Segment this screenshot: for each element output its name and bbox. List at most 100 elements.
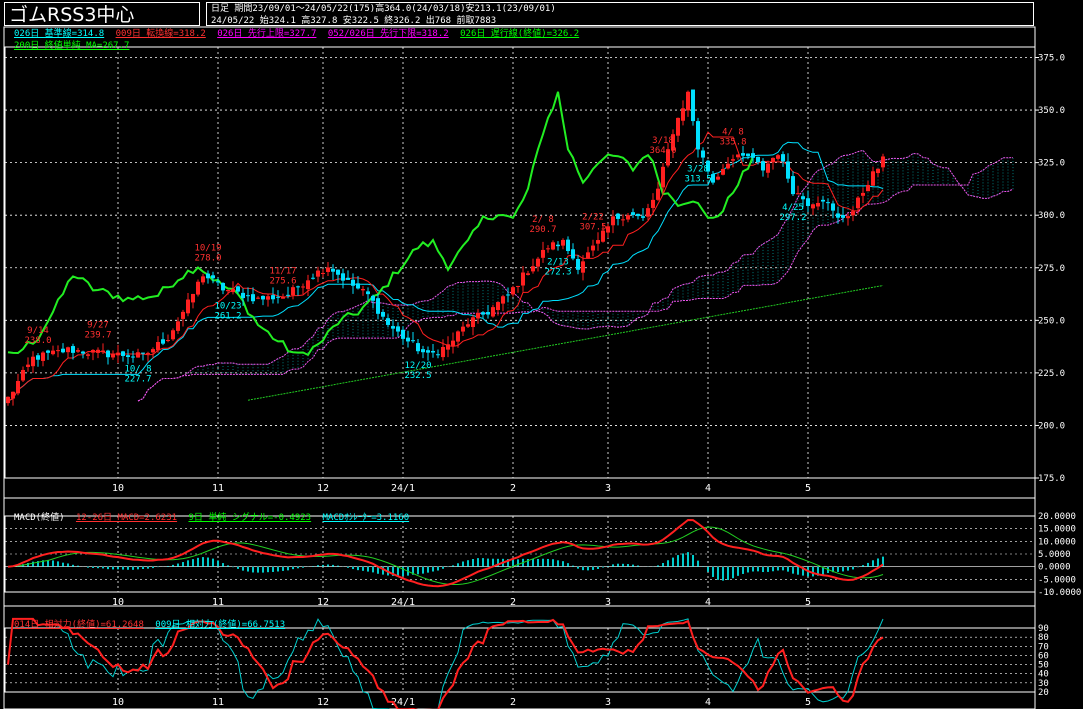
candle-body: [386, 318, 390, 325]
candle-body: [721, 168, 725, 175]
candle-body: [246, 295, 250, 297]
legend-macd-title: MACD(終値): [14, 513, 65, 523]
annotation-date: 9/14: [27, 326, 49, 336]
price-x-label: 12: [317, 483, 329, 494]
macd-x-label: 10: [112, 597, 124, 608]
candle-body: [556, 244, 560, 247]
macd-legend: MACD(終値) 12-26日 MACD=2.6231 9日 単純 シグナル=-…: [14, 513, 415, 524]
macd-tick-label: 0.0000: [1038, 563, 1071, 573]
candle-body: [781, 154, 785, 162]
candle-body: [561, 239, 565, 246]
macd-x-label: 3: [605, 597, 611, 608]
candle-body: [316, 270, 320, 277]
annotation-value: 307.5: [579, 223, 606, 233]
candle-body: [681, 108, 685, 121]
candle-body: [406, 337, 410, 342]
candle-body: [26, 364, 30, 367]
candle-body: [526, 273, 530, 275]
candle-body: [381, 311, 385, 317]
candle-body: [41, 352, 45, 361]
candle-body: [701, 150, 705, 158]
legend-chikou: 026日 遅行線(終値)=326.2: [460, 29, 580, 39]
candle-body: [156, 342, 160, 351]
candle-body: [46, 350, 50, 353]
candle-body: [746, 153, 750, 157]
price-tick-label: 225.0: [1038, 369, 1065, 379]
candle-body: [751, 153, 755, 158]
annotation-date: 2/ 8: [532, 215, 554, 225]
chart-canvas: 175.0200.0225.0250.0275.0300.0325.0350.0…: [3, 26, 1081, 709]
candle-body: [421, 349, 425, 353]
candle-body: [876, 168, 880, 174]
annotation-value: 261.2: [214, 312, 241, 322]
legend-macd: 12-26日 MACD=2.6231: [75, 513, 178, 523]
candle-body: [311, 277, 315, 279]
annotation-value: 313.5: [684, 175, 711, 185]
candle-body: [11, 391, 15, 399]
candle-body: [576, 259, 580, 270]
candle-body: [181, 311, 185, 319]
candle-body: [541, 249, 545, 258]
candle-body: [716, 176, 720, 180]
macd-line: [7, 518, 884, 588]
candle-body: [266, 296, 270, 300]
candle-body: [356, 283, 360, 289]
candle-body: [206, 273, 210, 279]
legend-oscillator: MACDｵｼﾚｰﾀｰ=3.1160: [322, 513, 410, 523]
candle-body: [71, 346, 75, 353]
price-tick-label: 300.0: [1038, 211, 1065, 221]
annotation-value: 364.0: [649, 146, 676, 156]
candle-body: [571, 249, 575, 259]
macd-tick-label: 20.0000: [1038, 512, 1076, 522]
candle-body: [656, 188, 660, 200]
candle-body: [271, 295, 275, 300]
candle-body: [36, 355, 40, 360]
candle-body: [881, 156, 885, 168]
candle-body: [401, 329, 405, 339]
candle-body: [236, 286, 240, 292]
period-info: 日足 期間23/09/01～24/05/22(175)高364.0(24/03/…: [211, 4, 556, 14]
candle-body: [371, 295, 375, 301]
candle-body: [391, 326, 395, 329]
candle-body: [456, 331, 460, 342]
rsi-x-label: 12: [317, 697, 329, 708]
candle-body: [196, 281, 200, 295]
candle-body: [436, 354, 440, 356]
macd-tick-label: 10.0000: [1038, 537, 1076, 547]
macd-x-label: 24/1: [391, 597, 415, 608]
candle-body: [231, 288, 235, 293]
candle-body: [376, 298, 380, 314]
candle-body: [486, 312, 490, 315]
candle-body: [771, 157, 775, 162]
price-panel-frame: [4, 46, 1036, 479]
candle-body: [171, 330, 175, 340]
candle-body: [151, 349, 155, 353]
candle-body: [186, 299, 190, 314]
annotation-value: 297.2: [779, 213, 806, 223]
candle-body: [306, 280, 310, 290]
candle-body: [281, 296, 285, 299]
annotation-date: 9/27: [87, 320, 109, 330]
candle-body: [441, 346, 445, 358]
candle-body: [801, 196, 805, 200]
candle-body: [796, 193, 800, 195]
annotation-value: 290.7: [529, 225, 556, 235]
candle-body: [56, 350, 60, 352]
rsi-legend: 014日 相対力(終値)=61.2648 009日 相対力(終値)=66.751…: [14, 620, 291, 631]
candle-body: [581, 261, 585, 273]
candle-body: [806, 198, 810, 206]
annotation-date: 4/25: [782, 203, 804, 213]
candle-body: [546, 248, 550, 250]
candle-body: [691, 89, 695, 122]
candle-body: [291, 287, 295, 296]
candle-body: [741, 153, 745, 156]
candle-body: [176, 321, 180, 331]
candle-body: [411, 340, 415, 342]
candle-body: [341, 273, 345, 281]
candle-body: [91, 349, 95, 353]
price-x-label: 11: [212, 483, 224, 494]
macd-tick-label: -5.0000: [1038, 575, 1076, 585]
annotation-value: 239.7: [84, 330, 111, 340]
candle-body: [626, 215, 630, 220]
candle-body: [111, 354, 115, 358]
